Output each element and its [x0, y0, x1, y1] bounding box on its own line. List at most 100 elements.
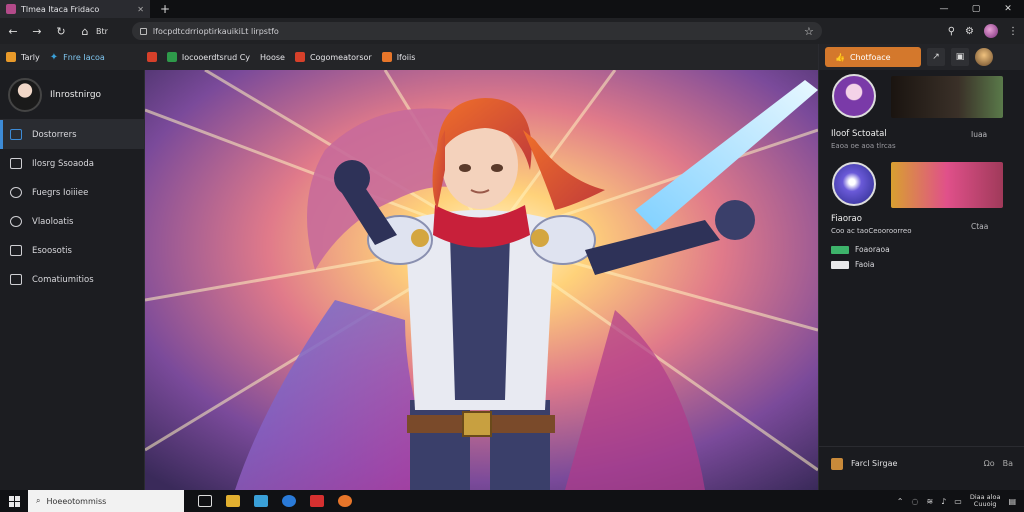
search-icon: ⌕	[36, 496, 41, 505]
notification-icon[interactable]: ▤	[1008, 497, 1016, 506]
avatar[interactable]	[8, 77, 42, 112]
page-tab[interactable]	[146, 52, 157, 62]
window-controls: — ▢ ✕	[928, 0, 1024, 18]
avatar[interactable]	[975, 48, 993, 66]
card-title[interactable]: Iloof Sctoatal	[831, 129, 887, 139]
page-navigation-bar: Tarly ✦ Fnre Iacoa Iocooerdtsrud Cy Hoos…	[0, 44, 820, 70]
clock[interactable]: Diaa aloa Cuuoig	[970, 494, 1001, 508]
card-title[interactable]: Fiaorao	[831, 214, 862, 224]
browser-tabstrip: Tlmea Itaca Fridaco ✕ + — ▢ ✕	[0, 0, 1024, 18]
bookmark-icon[interactable]: ▣	[951, 48, 969, 66]
sidebar-item-dashboard[interactable]: Dostorrers	[0, 120, 144, 149]
battery-icon[interactable]: ▭	[954, 497, 962, 506]
reload-icon[interactable]: ↻	[54, 25, 68, 38]
home-icon[interactable]: ⌂	[78, 25, 92, 38]
new-tab-icon[interactable]: +	[160, 2, 170, 16]
creator-avatar[interactable]	[832, 162, 876, 206]
forward-icon[interactable]: →	[30, 25, 44, 38]
main-artwork[interactable]	[145, 70, 818, 490]
right-panel-footer[interactable]: Farcl Sirgae Ωo Ba	[819, 446, 1024, 480]
profile-avatar[interactable]	[984, 24, 998, 38]
card-count: Ctaa	[971, 222, 989, 231]
page-tab[interactable]: Iocooerdtsrud Cy	[166, 52, 251, 62]
minimize-button[interactable]: —	[928, 0, 960, 18]
network-icon[interactable]: ◌	[911, 497, 918, 506]
task-view-icon[interactable]	[198, 495, 212, 507]
thumb-up-icon: 👍	[835, 52, 845, 62]
star-icon[interactable]: ☆	[804, 25, 814, 38]
preview-thumbnail[interactable]	[891, 162, 1003, 208]
windows-start-icon[interactable]	[0, 490, 28, 512]
footer-stat: Ba	[1002, 459, 1013, 468]
file-explorer-icon[interactable]	[226, 495, 240, 507]
right-panel-header: 👍 Chotfoace ↗ ▣	[819, 44, 1024, 70]
page-tab-icon	[146, 52, 157, 62]
tab-title: Tlmea Itaca Fridaco	[21, 4, 100, 14]
bookmark-item[interactable]: ✦ Fnre Iacoa	[50, 52, 105, 63]
wifi-icon[interactable]: ≋	[926, 497, 933, 506]
profile-name: Ilnrostnirgo	[50, 89, 102, 100]
follow-button[interactable]: 👍 Chotfoace	[825, 47, 921, 67]
sidebar-item-label: Esoosotis	[32, 245, 72, 256]
page-tab[interactable]: Cogomeatorsor	[294, 52, 372, 62]
page-tab-label: Iocooerdtsrud Cy	[181, 52, 251, 62]
extensions-icon[interactable]: ⚲	[948, 26, 955, 37]
status-icon	[831, 245, 849, 254]
status-icon	[831, 260, 849, 269]
preview-thumbnail[interactable]	[891, 76, 1003, 118]
settings-icon[interactable]: ⚙	[965, 26, 974, 37]
bookmark-item[interactable]: Tarly	[6, 52, 40, 62]
right-panel: 👍 Chotfoace ↗ ▣ Iloof Sctoatal Eaoa oe a…	[818, 44, 1024, 490]
lock-icon	[139, 27, 147, 35]
library-icon	[10, 158, 22, 169]
sidebar-item-library[interactable]: Ilosrg Ssoaoda	[0, 149, 144, 178]
page-tab-label: Hoose	[260, 52, 285, 62]
page-tab[interactable]: Hoose	[260, 53, 285, 62]
page-tab-label: Cogomeatorsor	[309, 52, 372, 62]
taskbar-search[interactable]: ⌕ Hoeeotommiss	[28, 490, 184, 512]
creator-avatar[interactable]	[832, 74, 876, 118]
dashboard-icon	[10, 129, 22, 140]
back-icon[interactable]: ←	[6, 25, 20, 38]
sidebar-item-community[interactable]: Comatiumitios	[0, 265, 144, 294]
page-tab-icon	[294, 52, 305, 62]
browser-toolbar: ← → ↻ ⌂ Btr lfocpdtcdrrioptirkauikiLt li…	[0, 18, 1024, 44]
tab-favicon-icon	[6, 4, 16, 14]
sparkle-icon: ✦	[49, 51, 59, 63]
image-icon	[831, 457, 843, 470]
page-tab-icon	[381, 52, 392, 62]
close-window-button[interactable]: ✕	[992, 0, 1024, 18]
tab-close-icon[interactable]: ✕	[137, 5, 144, 14]
anime-hero-illustration	[145, 70, 818, 490]
system-tray: ⌃ ◌ ≋ ♪ ▭ Diaa aloa Cuuoig ▤	[897, 494, 1024, 508]
browser-icon[interactable]	[282, 495, 296, 507]
home-label: Btr	[96, 26, 108, 36]
card-count: Iuaa	[971, 130, 988, 139]
bookmark-icon	[10, 245, 22, 256]
sidebar-item-favorites[interactable]: Vlaoloatis	[0, 207, 144, 236]
page-tab-label: Ifoiis	[396, 52, 416, 62]
bookmark-icon	[6, 52, 16, 62]
address-bar[interactable]: lfocpdtcdrrioptirkauikiLt lirpstfo ☆	[131, 22, 822, 40]
bookmark-label: Fnre Iacoa	[63, 52, 105, 62]
clock-date: Cuuoig	[973, 500, 997, 508]
share-icon[interactable]: ↗	[927, 48, 945, 66]
browser-tab[interactable]: Tlmea Itaca Fridaco ✕	[0, 0, 150, 18]
url-text[interactable]: lfocpdtcdrrioptirkauikiLt lirpstfo	[153, 27, 798, 36]
toolbar-right: ⚲ ⚙ ⋮	[948, 24, 1018, 38]
media-app-icon[interactable]	[310, 495, 324, 507]
chevron-up-icon[interactable]: ⌃	[897, 497, 904, 506]
maximize-button[interactable]: ▢	[960, 0, 992, 18]
sidebar-item-gallery[interactable]: Fuegrs Ioiiiee	[0, 178, 144, 207]
volume-icon[interactable]: ♪	[941, 497, 946, 506]
page-tab[interactable]: Ifoiis	[381, 52, 416, 62]
list-item[interactable]: Faoia	[831, 260, 875, 269]
menu-icon[interactable]: ⋮	[1008, 26, 1018, 37]
list-item[interactable]: Foaoraoa	[831, 245, 890, 254]
sidebar-item-label: Vlaoloatis	[32, 216, 74, 227]
sidebar-profile[interactable]: Ilnrostnirgo	[0, 70, 144, 120]
store-icon[interactable]	[254, 495, 268, 507]
sidebar-item-bookmarks[interactable]: Esoosotis	[0, 236, 144, 265]
sidebar-item-label: Dostorrers	[32, 129, 77, 140]
game-app-icon[interactable]	[338, 495, 352, 507]
